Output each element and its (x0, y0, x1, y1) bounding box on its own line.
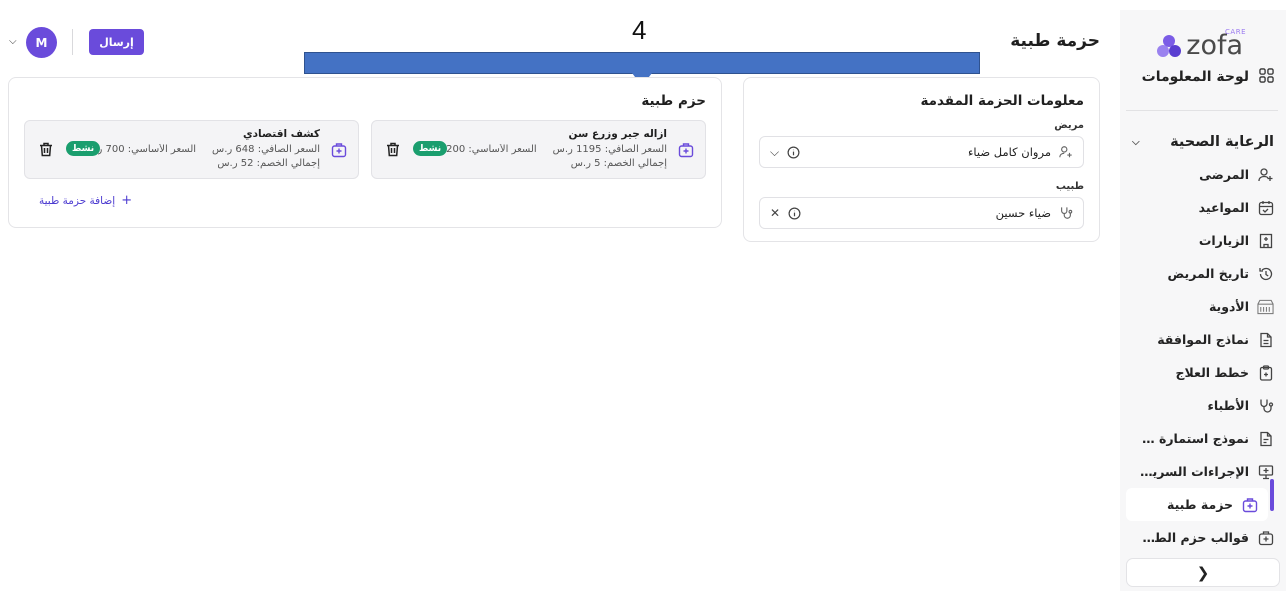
chevron-down-icon: ⌵ (1132, 136, 1140, 148)
sidebar-item-label: المواعيد (1198, 200, 1249, 215)
package-info-card: معلومات الحزمة المقدمة مريض مروان كامل ض… (743, 77, 1100, 242)
sidebar-collapse-button[interactable]: ❮ (1126, 558, 1280, 587)
sidebar-divider (1126, 110, 1278, 111)
sidebar-item-label: الأطباء (1207, 398, 1249, 413)
monitor-icon (1257, 463, 1274, 480)
sidebar-item-label: حزمة طبية (1166, 497, 1233, 512)
sidebar-item-patient-history[interactable]: تاريخ المريض (1120, 257, 1286, 290)
sidebar-item-label: خطط العلاج (1175, 365, 1249, 380)
net-price: السعر الصافي: 1195 ر.س (552, 144, 667, 155)
sidebar-item-medications[interactable]: الأدوية (1120, 290, 1286, 323)
brand-tagline: CARE (1225, 28, 1246, 36)
sidebar-item-label: لوحة المعلومات (1141, 69, 1249, 85)
sidebar-item-label: الأدوية (1208, 299, 1249, 314)
sidebar-item-consent-forms[interactable]: نماذج الموافقة (1120, 323, 1286, 356)
stethoscope-icon (1257, 397, 1274, 414)
brand-logo[interactable]: zofa CARE (1156, 24, 1246, 60)
medical-kit-icon (1241, 496, 1258, 513)
clipboard-icon (1257, 364, 1274, 381)
header-divider (72, 29, 73, 55)
card-title: حزم طبية (641, 93, 706, 109)
doctor-select[interactable]: ضياء حسين ✕ (759, 197, 1084, 229)
status-badge: نشط (66, 141, 101, 156)
patient-label: مريض (1054, 120, 1084, 131)
add-package-label: إضافة حزمة طبية (39, 194, 116, 207)
package-prices: السعر الصافي: 648 ر.س السعر الأساسي: 700… (98, 144, 320, 155)
package-prices: السعر الصافي: 1195 ر.س السعر الأساسي: 12… (445, 144, 667, 155)
add-package-button[interactable]: + إضافة حزمة طبية (39, 193, 132, 208)
calendar-icon (1257, 199, 1274, 216)
building-icon (1257, 232, 1274, 249)
stethoscope-icon (1059, 206, 1073, 220)
status-badge: نشط (413, 141, 448, 156)
total-discount: إجمالي الخصم: 5 ر.س (570, 158, 667, 169)
base-price: السعر الأساسي: 1200 ر... (445, 144, 537, 155)
active-indicator (1270, 479, 1274, 511)
form-icon (1257, 430, 1274, 447)
doctor-value: ضياء حسين (995, 206, 1051, 220)
package-name: ازاله جير وزرع سن (568, 128, 667, 140)
template-kit-icon (1257, 529, 1274, 546)
sidebar-item-dashboard[interactable]: لوحة المعلومات (1142, 66, 1274, 88)
step-number: 4 (632, 15, 647, 45)
page-title: حزمة طبية (1010, 31, 1100, 51)
sidebar-item-patients[interactable]: المرضى (1120, 158, 1286, 191)
send-button[interactable]: إرسال (89, 29, 144, 55)
history-icon (1257, 265, 1274, 282)
trash-icon[interactable] (39, 142, 53, 157)
trash-icon[interactable] (386, 142, 400, 157)
sidebar-item-treatment-plans[interactable]: خطط العلاج (1120, 356, 1286, 389)
sidebar-item-label: الإجراءات السريرية (1139, 464, 1249, 479)
sidebar-item-label: قوالب حزم الطبية (1139, 530, 1249, 545)
chevron-down-icon[interactable]: ⌵ (770, 145, 779, 160)
overlay-rectangle (304, 52, 980, 74)
patient-icon (1059, 145, 1073, 159)
sidebar-section-healthcare[interactable]: الرعاية الصحية ⌵ (1132, 132, 1274, 152)
package-item[interactable]: كشف اقتصادي السعر الصافي: 648 ر.س السعر … (24, 120, 359, 179)
sidebar-item-label: المرضى (1199, 167, 1249, 182)
info-icon[interactable] (787, 146, 800, 159)
chevron-down-icon[interactable]: ⌵ (9, 36, 17, 47)
medical-packages-card: حزم طبية ازاله جير وزرع سن السعر الصافي:… (8, 77, 722, 228)
document-icon (1257, 331, 1274, 348)
card-title: معلومات الحزمة المقدمة (920, 93, 1084, 109)
sidebar-item-label: نماذج الموافقة (1157, 332, 1249, 347)
info-icon[interactable] (788, 207, 801, 220)
package-name: كشف اقتصادي (242, 128, 320, 140)
package-item[interactable]: ازاله جير وزرع سن السعر الصافي: 1195 ر.س… (371, 120, 706, 179)
pharmacy-icon (1257, 298, 1274, 315)
sidebar-item-package-templates[interactable]: قوالب حزم الطبية (1120, 521, 1286, 554)
sidebar-item-consent-form-template[interactable]: نموذج استمارة الموا... (1120, 422, 1286, 455)
patient-value: مروان كامل ضياء (967, 145, 1051, 159)
clear-icon[interactable]: ✕ (770, 206, 780, 220)
patient-select[interactable]: مروان كامل ضياء ⌵ (759, 136, 1084, 168)
sidebar: zofa CARE لوحة المعلومات الرعاية الصحية … (1120, 10, 1286, 591)
avatar[interactable]: M (26, 27, 57, 58)
sidebar-item-label: الزيارات (1198, 233, 1249, 248)
brand-name: zofa (1186, 30, 1244, 61)
sidebar-item-clinical-procedures[interactable]: الإجراءات السريرية (1120, 455, 1286, 488)
medical-kit-icon (678, 143, 694, 158)
base-price: السعر الأساسي: 700 ر.س (98, 144, 197, 155)
doctor-label: طبيب (1055, 181, 1084, 192)
sidebar-item-appointments[interactable]: المواعيد (1120, 191, 1286, 224)
section-label: الرعاية الصحية (1170, 134, 1274, 150)
sidebar-item-label: تاريخ المريض (1167, 266, 1249, 281)
sidebar-item-visits[interactable]: الزيارات (1120, 224, 1286, 257)
sidebar-item-medical-package[interactable]: حزمة طبية (1126, 488, 1268, 521)
chevron-left-icon: ❮ (1196, 563, 1210, 582)
sidebar-item-doctors[interactable]: الأطباء (1120, 389, 1286, 422)
grid-icon (1259, 67, 1274, 87)
sidebar-nav: المرضى المواعيد الزيارات تاريخ المريض ال… (1120, 158, 1286, 554)
logo-mark-icon (1157, 35, 1182, 57)
patients-icon (1257, 166, 1274, 183)
medical-kit-icon (331, 143, 347, 158)
total-discount: إجمالي الخصم: 52 ر.س (217, 158, 320, 169)
plus-icon: + (121, 193, 133, 208)
sidebar-item-label: نموذج استمارة الموا... (1139, 431, 1249, 446)
net-price: السعر الصافي: 648 ر.س (212, 144, 320, 155)
